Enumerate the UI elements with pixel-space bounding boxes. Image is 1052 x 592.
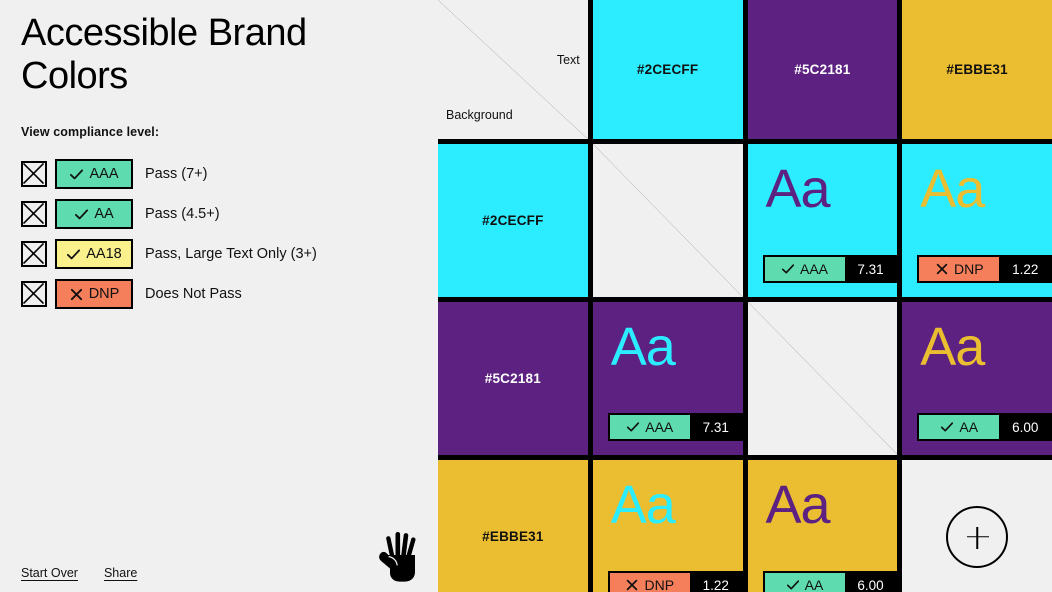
contrast-result-badge: AAA 7.31 bbox=[762, 255, 898, 283]
check-icon bbox=[69, 167, 84, 182]
color-hex-label: #2CECFF bbox=[636, 62, 699, 77]
compliance-level-text: AAA bbox=[799, 261, 828, 277]
color-hex-label: #5C2181 bbox=[794, 62, 851, 77]
check-icon bbox=[940, 420, 954, 434]
legend-description: Does Not Pass bbox=[145, 286, 242, 302]
contrast-ratio-value: 1.22 bbox=[689, 573, 742, 592]
contrast-result-badge: DNP 1.22 bbox=[607, 571, 743, 592]
legend-row: AAA Pass (7+) bbox=[21, 158, 421, 190]
background-axis-label: Background bbox=[446, 108, 513, 122]
legend-description: Pass, Large Text Only (3+) bbox=[145, 246, 317, 262]
color-hex-label: #5C2181 bbox=[484, 371, 541, 386]
contrast-result-badge: AAA 7.31 bbox=[607, 413, 743, 441]
legend-row: AA18 Pass, Large Text Only (3+) bbox=[21, 238, 421, 270]
compliance-level-tag: AAA bbox=[609, 415, 690, 439]
contrast-sample-cell[interactable]: Aa DNP 1.22 bbox=[592, 460, 743, 592]
matrix-diagonal-cell bbox=[592, 144, 743, 297]
start-over-link[interactable]: Start Over bbox=[21, 566, 78, 580]
compliance-level-tag: AA bbox=[764, 573, 845, 592]
legend-badge-dnp[interactable]: DNP bbox=[55, 279, 133, 309]
footer-links: Start Over Share bbox=[21, 566, 137, 580]
legend-row: DNP Does Not Pass bbox=[21, 278, 421, 310]
check-icon bbox=[786, 578, 800, 592]
x-icon bbox=[625, 578, 639, 592]
contrast-sample-cell[interactable]: Aa AAA 7.31 bbox=[747, 144, 898, 297]
checkbox-aa[interactable] bbox=[21, 201, 47, 227]
legend-description: Pass (4.5+) bbox=[145, 206, 220, 222]
page-title: Accessible Brand Colors bbox=[21, 12, 307, 97]
sample-text: Aa bbox=[610, 475, 676, 535]
contrast-result-badge: AA 6.00 bbox=[917, 413, 1052, 441]
share-link[interactable]: Share bbox=[104, 566, 137, 580]
contrast-result-badge: DNP 1.22 bbox=[917, 255, 1052, 283]
row-header-2cecff[interactable]: #2CECFF bbox=[438, 144, 588, 297]
hand-cursor-icon bbox=[375, 530, 425, 582]
compliance-level-tag: DNP bbox=[609, 573, 690, 592]
sample-text: Aa bbox=[920, 317, 985, 377]
matrix-corner-cell: Text Background bbox=[438, 0, 588, 139]
legend-level-label: AA bbox=[94, 206, 114, 222]
text-axis-label: Text bbox=[556, 53, 580, 67]
color-matrix-grid: Text Background #2CECFF #5C2181 #EBBE31 #2CEC… bbox=[438, 0, 1052, 592]
check-icon bbox=[66, 247, 81, 262]
check-icon bbox=[626, 420, 640, 434]
contrast-sample-cell[interactable]: Aa DNP 1.22 bbox=[902, 144, 1052, 297]
row-header-5c2181[interactable]: #5C2181 bbox=[438, 302, 588, 455]
checkbox-dnp[interactable] bbox=[21, 281, 47, 307]
compliance-level-tag: AA bbox=[919, 415, 1000, 439]
color-hex-label: #2CECFF bbox=[482, 213, 544, 228]
column-header-ebbe31[interactable]: #EBBE31 bbox=[902, 0, 1052, 139]
compliance-level-text: DNP bbox=[644, 577, 675, 592]
compliance-level-text: AA bbox=[959, 419, 979, 435]
sample-text: Aa bbox=[610, 317, 676, 377]
color-hex-label: #EBBE31 bbox=[482, 529, 544, 544]
checkbox-aaa[interactable] bbox=[21, 161, 47, 187]
compliance-level-tag: AAA bbox=[764, 257, 845, 281]
legend-badge-aa[interactable]: AA bbox=[55, 199, 133, 229]
contrast-sample-cell[interactable]: Aa AAA 7.31 bbox=[592, 302, 743, 455]
x-icon bbox=[69, 287, 84, 302]
add-color-button[interactable] bbox=[946, 505, 1009, 568]
color-hex-label: #EBBE31 bbox=[946, 62, 1008, 77]
legend-row: AA Pass (4.5+) bbox=[21, 198, 421, 230]
compliance-level-label: View compliance level: bbox=[21, 125, 160, 139]
app-root: Accessible Brand Colors View compliance … bbox=[0, 0, 1052, 592]
contrast-sample-cell[interactable]: Aa AA 6.00 bbox=[902, 302, 1052, 455]
compliance-level-text: DNP bbox=[953, 261, 984, 277]
check-icon bbox=[781, 262, 795, 276]
row-header-ebbe31[interactable]: #EBBE31 bbox=[438, 460, 588, 592]
matrix-diagonal-cell bbox=[747, 302, 898, 455]
checkbox-aa18[interactable] bbox=[21, 241, 47, 267]
contrast-ratio-value: 7.31 bbox=[844, 257, 897, 281]
column-header-2cecff[interactable]: #2CECFF bbox=[592, 0, 743, 139]
sample-text: Aa bbox=[920, 159, 985, 219]
check-icon bbox=[74, 207, 89, 222]
sample-text: Aa bbox=[765, 475, 831, 535]
contrast-ratio-value: 7.31 bbox=[689, 415, 742, 439]
add-color-cell bbox=[902, 460, 1052, 592]
contrast-sample-cell[interactable]: Aa AA 6.00 bbox=[747, 460, 898, 592]
compliance-level-text: AAA bbox=[645, 419, 674, 435]
color-matrix-panel: Text Background #2CECFF #5C2181 #EBBE31 #2CEC… bbox=[438, 0, 1052, 592]
legend-badge-aa18[interactable]: AA18 bbox=[55, 239, 133, 269]
legend-level-label: AA18 bbox=[86, 246, 122, 262]
x-icon bbox=[935, 262, 949, 276]
contrast-ratio-value: 6.00 bbox=[844, 573, 897, 592]
legend-level-label: AAA bbox=[89, 166, 119, 182]
contrast-result-badge: AA 6.00 bbox=[762, 571, 898, 592]
contrast-ratio-value: 1.22 bbox=[999, 257, 1052, 281]
sample-text: Aa bbox=[765, 159, 831, 219]
compliance-level-text: AA bbox=[804, 577, 824, 592]
contrast-ratio-value: 6.00 bbox=[999, 415, 1052, 439]
legend-description: Pass (7+) bbox=[145, 166, 208, 182]
compliance-legend: AAA Pass (7+) AA Pass (4.5+) AA18 Pass, Large… bbox=[21, 158, 421, 318]
left-panel: Accessible Brand Colors View compliance … bbox=[0, 0, 438, 592]
legend-badge-aaa[interactable]: AAA bbox=[55, 159, 133, 189]
column-header-5c2181[interactable]: #5C2181 bbox=[747, 0, 898, 139]
legend-level-label: DNP bbox=[88, 286, 120, 302]
compliance-level-tag: DNP bbox=[919, 257, 1000, 281]
